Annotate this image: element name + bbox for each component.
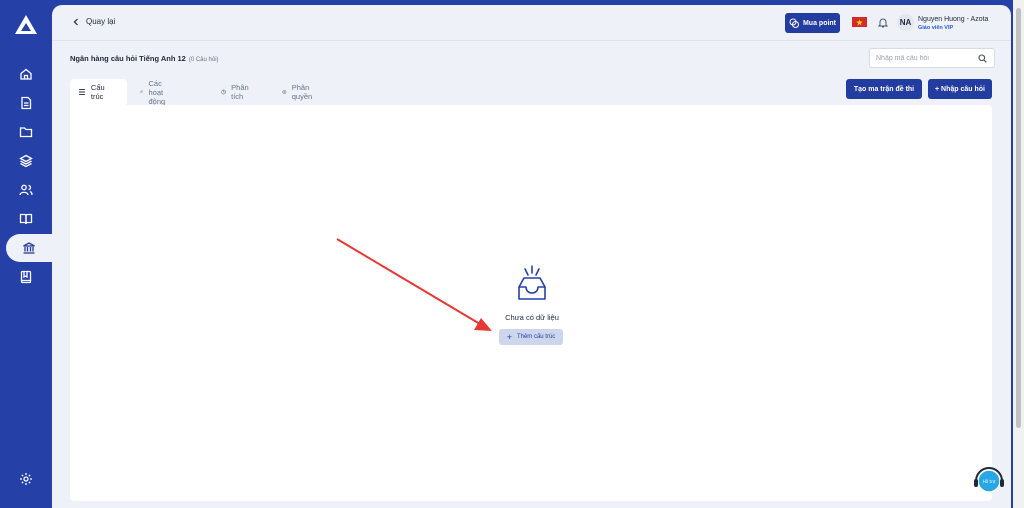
buy-point-button[interactable]: Mua point xyxy=(785,13,840,33)
coins-icon xyxy=(789,18,799,28)
question-search xyxy=(869,48,995,68)
create-matrix-button[interactable]: Tạo ma trận đề thi xyxy=(846,79,922,99)
search-input[interactable] xyxy=(876,52,972,64)
bank-icon xyxy=(23,242,35,254)
search-icon[interactable] xyxy=(978,54,987,63)
plus-icon: + xyxy=(506,331,512,342)
chevron-left-icon xyxy=(73,18,78,25)
list-icon xyxy=(78,89,85,95)
scrollbar-thumb[interactable] xyxy=(1016,8,1021,428)
buy-point-label: Mua point xyxy=(802,19,837,27)
document-icon xyxy=(21,96,32,110)
tab-permissions[interactable]: Phân quyền xyxy=(274,79,323,105)
top-bar: Quay lại Mua point NA Nguyen Huong - Azo… xyxy=(52,5,1011,41)
empty-state-message: Chưa có dữ liệu xyxy=(505,313,559,322)
tab-analytics[interactable]: Phân tích xyxy=(213,79,260,105)
bank-title-text: Ngân hàng câu hỏi Tiếng Anh 12 xyxy=(70,54,186,63)
sidebar-item-library[interactable] xyxy=(0,205,52,233)
sidebar-item-users[interactable] xyxy=(0,176,52,204)
folder-icon xyxy=(19,127,33,138)
support-chat-icon[interactable]: Hỗ trợ xyxy=(972,466,1006,496)
sidebar-item-question-bank[interactable] xyxy=(6,234,52,262)
tab-label: Các hoạt động xyxy=(148,78,166,106)
support-label: Hỗ trợ xyxy=(983,479,996,484)
notebook-icon xyxy=(20,270,32,284)
sidebar-item-layers[interactable] xyxy=(0,147,52,175)
users-icon xyxy=(140,90,144,94)
add-structure-button[interactable]: + Thêm cấu trúc xyxy=(499,329,563,345)
gear-icon xyxy=(282,89,287,95)
azota-logo[interactable] xyxy=(14,14,38,36)
sidebar xyxy=(0,0,52,508)
avatar[interactable]: NA xyxy=(897,14,914,31)
import-questions-button[interactable]: + Nhập câu hỏi xyxy=(928,79,992,99)
add-structure-label: Thêm cấu trúc xyxy=(516,334,556,340)
tab-label: Phân tích xyxy=(231,83,249,101)
back-link[interactable]: Quay lại xyxy=(72,17,115,26)
chart-pie-icon xyxy=(221,89,226,95)
settings-icon xyxy=(20,473,32,485)
sidebar-item-home[interactable] xyxy=(0,60,52,88)
scrollbar[interactable] xyxy=(1013,0,1024,508)
vietnam-flag-icon[interactable] xyxy=(852,17,867,27)
sidebar-item-documents[interactable] xyxy=(0,89,52,117)
users-icon xyxy=(19,184,33,196)
bell-icon[interactable] xyxy=(878,17,888,28)
tab-label: Phân quyền xyxy=(291,83,313,101)
question-count: (0 Câu hỏi) xyxy=(188,57,219,63)
page-title: Ngân hàng câu hỏi Tiếng Anh 12 (0 Câu hỏi… xyxy=(70,54,219,63)
tab-structure[interactable]: Cấu trúc xyxy=(70,79,127,105)
user-role-badge: Giáo viên VIP xyxy=(918,25,954,31)
back-label: Quay lại xyxy=(86,17,116,26)
layers-icon xyxy=(19,154,33,168)
user-name[interactable]: Nguyen Huong - Azota xyxy=(918,16,988,23)
sidebar-item-notebook[interactable] xyxy=(0,263,52,291)
tab-activities[interactable]: Các hoạt động xyxy=(132,78,178,106)
structure-panel: Chưa có dữ liệu + Thêm cấu trúc xyxy=(70,105,992,501)
sidebar-item-settings[interactable] xyxy=(0,465,52,493)
empty-inbox-icon xyxy=(518,265,546,300)
main-panel: Quay lại Mua point NA Nguyen Huong - Azo… xyxy=(52,5,1011,508)
book-open-icon xyxy=(19,213,33,225)
sidebar-item-folders[interactable] xyxy=(0,118,52,146)
tab-label: Cấu trúc xyxy=(90,83,105,101)
home-icon xyxy=(20,68,32,80)
